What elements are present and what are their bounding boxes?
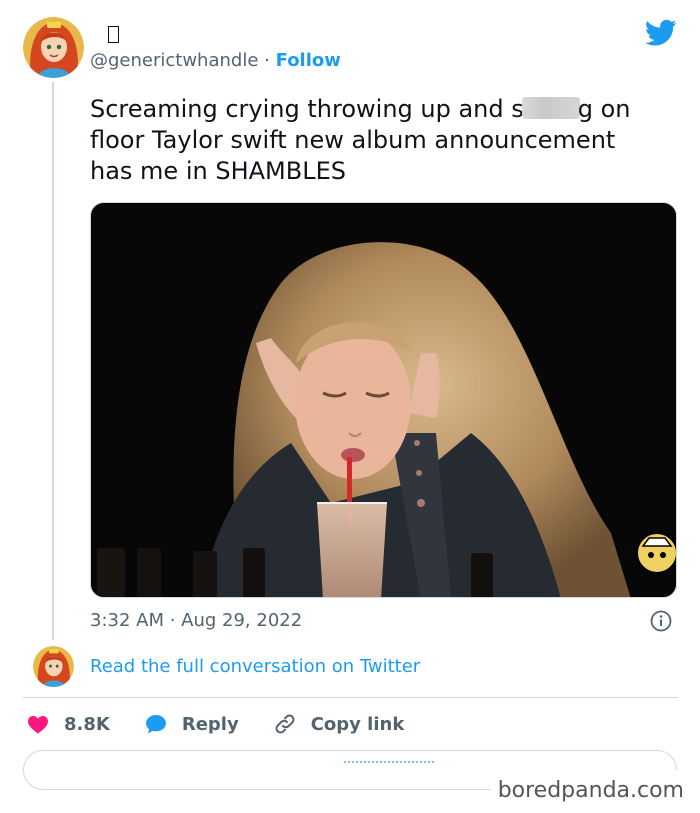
- tweet-text-line-1-start: Screaming crying throwing up and s: [90, 95, 524, 123]
- follow-button[interactable]: Follow: [276, 50, 341, 71]
- link-icon: [275, 714, 295, 734]
- like-button[interactable]: 8.8K: [26, 712, 110, 736]
- tweet-media-image[interactable]: [90, 202, 677, 598]
- twitter-bird-icon[interactable]: [645, 19, 677, 47]
- heart-icon: [28, 716, 48, 734]
- tweet-text: Screaming crying throwing up and s g on f…: [90, 94, 690, 187]
- divider: [23, 697, 678, 698]
- separator-dot: ·: [264, 50, 270, 71]
- like-count: 8.8K: [64, 713, 110, 735]
- info-icon[interactable]: [650, 610, 672, 632]
- reply-label: Reply: [181, 713, 239, 735]
- author-row: @generictwhandle · Follow: [90, 49, 341, 73]
- copy-link-button[interactable]: Copy link: [273, 712, 405, 736]
- display-name-missing-glyph: [108, 26, 119, 43]
- watermark: boredpanda.com: [497, 778, 684, 803]
- clipped-button-text: [344, 761, 434, 767]
- tweet-text-line-1-end: g on: [577, 95, 631, 123]
- reader-avatar: [33, 646, 74, 687]
- author-handle[interactable]: @generictwhandle: [90, 50, 258, 71]
- reply-button[interactable]: Reply: [144, 712, 239, 736]
- censored-word-blur: [521, 97, 580, 119]
- tweet-text-line-1: Screaming crying throwing up and s g on: [90, 94, 690, 125]
- read-full-conversation-link[interactable]: Read the full conversation on Twitter: [90, 655, 420, 679]
- tweet-text-line-2: floor Taylor swift new album announcemen…: [90, 126, 616, 154]
- tweet-actions: 8.8K Reply Copy link: [26, 710, 438, 738]
- tweet-timestamp[interactable]: 3:32 AM · Aug 29, 2022: [90, 609, 302, 633]
- tweet-text-line-3: has me in SHAMBLES: [90, 157, 346, 185]
- speech-bubble-icon: [145, 715, 166, 734]
- avatar[interactable]: [23, 17, 84, 78]
- copy-link-label: Copy link: [310, 713, 405, 735]
- tweet-embed: @generictwhandle · Follow Screaming cryi…: [0, 0, 700, 813]
- thread-line: [52, 82, 54, 640]
